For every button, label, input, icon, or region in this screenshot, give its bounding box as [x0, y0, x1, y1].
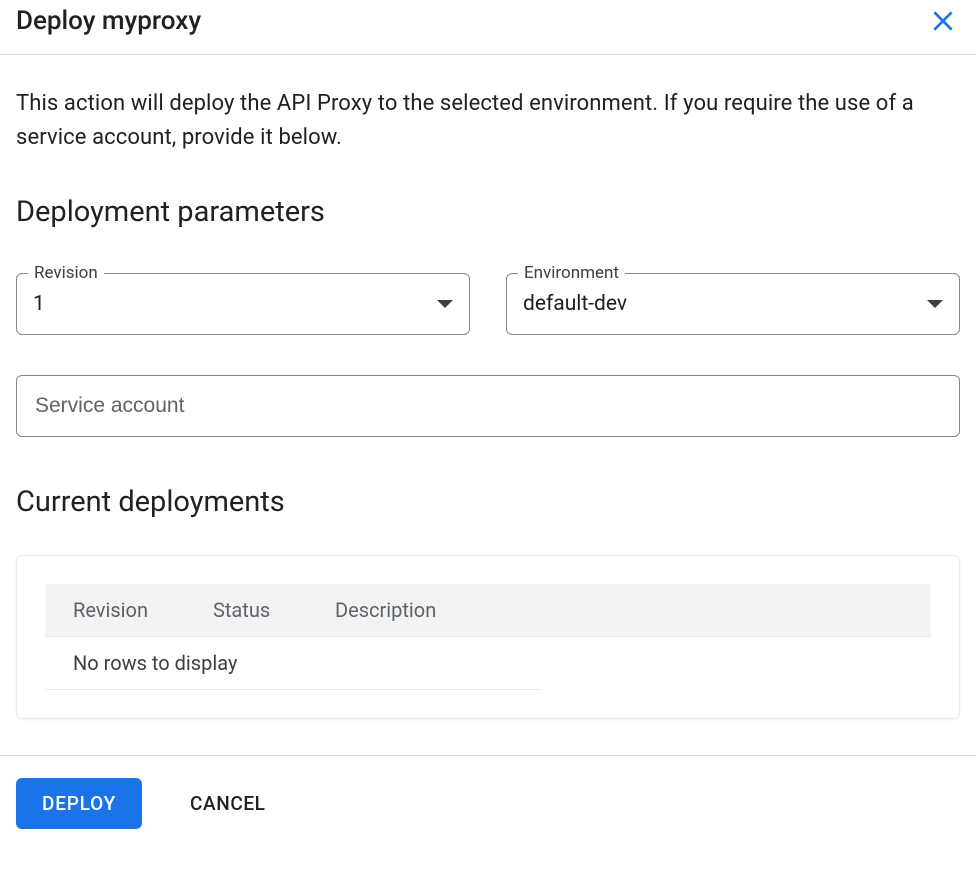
close-icon [930, 8, 956, 34]
revision-field: Revision 1 [16, 273, 470, 335]
deploy-button[interactable]: DEPLOY [16, 778, 142, 829]
revision-label: Revision [28, 263, 104, 283]
deployments-empty-row: No rows to display [45, 637, 541, 690]
chevron-down-icon [437, 300, 453, 308]
deploy-dialog: Deploy myproxy This action will deploy t… [0, 0, 976, 851]
dialog-header: Deploy myproxy [0, 0, 976, 55]
service-account-input-wrapper[interactable] [16, 375, 960, 437]
deployment-parameters-heading: Deployment parameters [16, 195, 960, 229]
close-button[interactable] [926, 4, 960, 38]
cancel-button[interactable]: CANCEL [182, 778, 273, 829]
column-header-revision: Revision [73, 598, 213, 622]
column-header-description: Description [335, 598, 903, 622]
environment-field: Environment default-dev [506, 273, 960, 335]
service-account-field [16, 375, 960, 437]
column-header-status: Status [213, 598, 335, 622]
revision-value: 1 [33, 292, 429, 316]
chevron-down-icon [927, 300, 943, 308]
dialog-title: Deploy myproxy [16, 6, 201, 36]
environment-label: Environment [518, 263, 625, 283]
current-deployments-heading: Current deployments [16, 485, 960, 519]
dialog-content: This action will deploy the API Proxy to… [0, 55, 976, 755]
current-deployments-card: Revision Status Description No rows to d… [16, 555, 960, 719]
dialog-description: This action will deploy the API Proxy to… [16, 87, 960, 155]
parameters-row: Revision 1 Environment default-dev [16, 273, 960, 335]
dialog-footer: DEPLOY CANCEL [0, 755, 976, 851]
deployments-table-header: Revision Status Description [45, 584, 931, 637]
environment-value: default-dev [523, 292, 919, 316]
service-account-input[interactable] [33, 393, 943, 419]
